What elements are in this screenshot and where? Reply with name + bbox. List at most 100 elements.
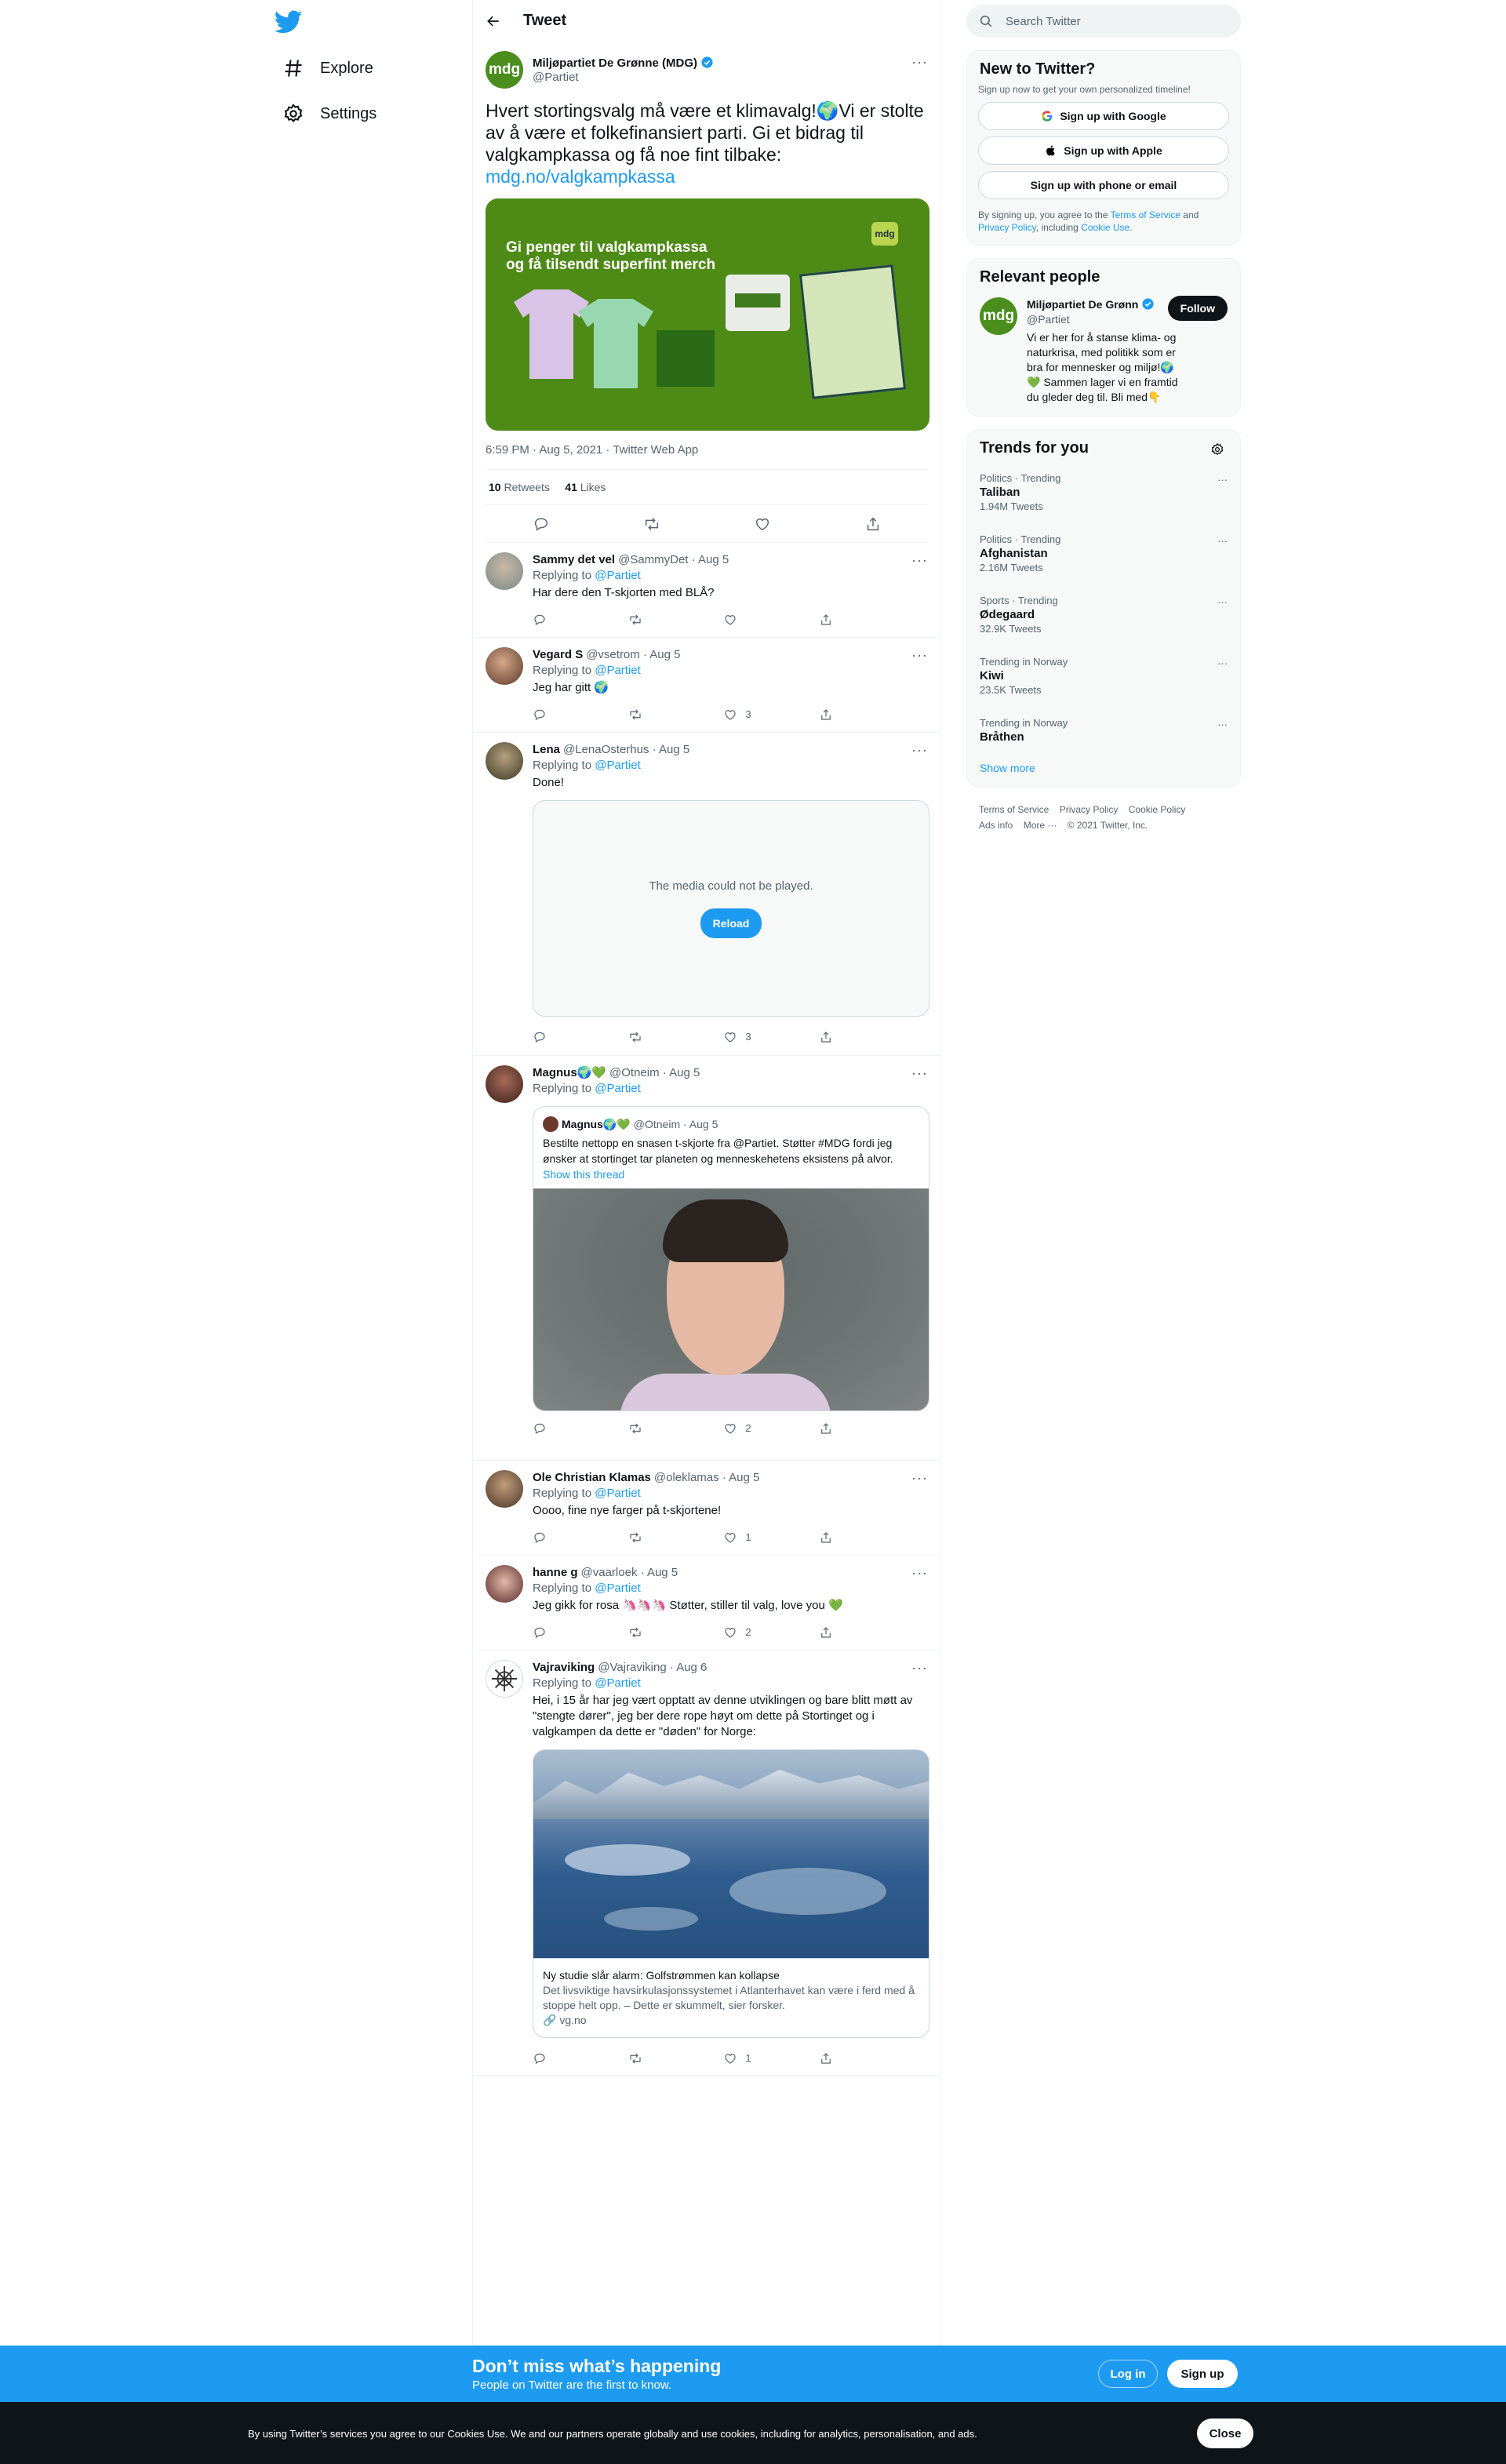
nav-settings[interactable]: Settings <box>273 94 386 133</box>
reply-author-name[interactable]: hanne g <box>533 1565 578 1581</box>
avatar[interactable] <box>486 647 523 685</box>
footer-more[interactable]: More ··· <box>1024 820 1057 831</box>
share-button[interactable] <box>819 1530 866 1545</box>
reply-tweet[interactable]: hanne g @vaarloek · Aug 5 Replying to @Pa… <box>473 1556 940 1651</box>
show-more-link[interactable]: Show more <box>980 762 1035 774</box>
reply-button[interactable] <box>533 1625 580 1640</box>
share-button[interactable] <box>819 613 866 627</box>
reply-button[interactable] <box>533 613 580 627</box>
replying-to-link[interactable]: @Partiet <box>595 1581 641 1595</box>
reply-author-name[interactable]: Vajraviking <box>533 1660 595 1676</box>
tweet-link[interactable]: mdg.no/valgkampkassa <box>486 166 675 187</box>
replying-to-link[interactable]: @Partiet <box>595 1082 641 1095</box>
link-card[interactable]: Ny studie slår alarm: Golfstrømmen kan k… <box>533 1749 929 2038</box>
reply-tweet[interactable]: Magnus🌍💚 @Otneim · Aug 5 Replying to @Par… <box>473 1056 940 1461</box>
like-button[interactable]: 1 <box>723 1530 770 1545</box>
author-handle[interactable]: @Partiet <box>533 71 714 84</box>
reply-author-name[interactable]: Lena <box>533 742 560 758</box>
show-thread-link[interactable]: Show this thread <box>543 1168 624 1181</box>
footer-ads[interactable]: Ads info <box>979 820 1013 831</box>
reply-tweet[interactable]: Lena @LenaOsterhus · Aug 5 Replying to @P… <box>473 733 940 1056</box>
more-options-icon[interactable]: ··· <box>911 742 928 759</box>
reply-author-handle[interactable]: @SammyDet · Aug 5 <box>618 552 729 568</box>
reply-author-handle[interactable]: @oleklamas · Aug 5 <box>654 1470 759 1486</box>
trend-item[interactable]: Politics · Trending Afghanistan 2.16M Twee… <box>967 523 1240 584</box>
share-button[interactable] <box>819 1030 866 1044</box>
like-button[interactable]: 2 <box>723 1421 770 1436</box>
share-icon[interactable] <box>864 515 882 533</box>
login-button[interactable]: Log in <box>1098 2360 1158 2388</box>
quoted-tweet[interactable]: Magnus🌍💚 @Otneim · Aug 5 Bestilte nettop… <box>533 1106 929 1411</box>
avatar[interactable] <box>486 1065 523 1103</box>
reply-tweet[interactable]: Vegard S @vsetrom · Aug 5 Replying to @Pa… <box>473 638 940 733</box>
replying-to-link[interactable]: @Partiet <box>595 1487 641 1500</box>
retweet-icon[interactable] <box>643 515 660 533</box>
footer-cookie[interactable]: Cookie Policy <box>1129 804 1186 815</box>
like-button[interactable]: 1 <box>723 2051 770 2066</box>
reload-button[interactable]: Reload <box>700 908 762 938</box>
avatar[interactable] <box>486 552 523 590</box>
reply-tweet[interactable]: Ole Christian Klamas @oleklamas · Aug 5 R… <box>473 1461 940 1556</box>
signup-apple-button[interactable]: Sign up with Apple <box>978 136 1229 165</box>
trend-item[interactable]: Sports · Trending Ødegaard 32.9K Tweets ··· <box>967 584 1240 646</box>
reply-button[interactable] <box>533 1421 580 1436</box>
trend-item[interactable]: Trending in Norway Bråthen ··· <box>967 707 1240 754</box>
reply-button[interactable] <box>533 1530 580 1545</box>
avatar[interactable] <box>486 1470 523 1508</box>
share-button[interactable] <box>819 2051 866 2065</box>
signup-phone-button[interactable]: Sign up with phone or email <box>978 171 1229 199</box>
more-options-icon[interactable]: ··· <box>1217 534 1228 548</box>
like-count[interactable]: 41 Likes <box>565 481 606 493</box>
like-button[interactable] <box>723 613 770 627</box>
terms-link[interactable]: Terms of Service <box>1111 209 1180 220</box>
like-icon[interactable] <box>754 515 771 533</box>
portrait-photo[interactable] <box>533 1188 929 1410</box>
reply-button[interactable] <box>533 1030 580 1044</box>
follow-button[interactable]: Follow <box>1167 296 1228 321</box>
search-input[interactable]: Search Twitter <box>1006 15 1081 28</box>
signup-google-button[interactable]: Sign up with Google <box>978 102 1229 130</box>
cookie-close-button[interactable]: Close <box>1197 2419 1253 2448</box>
more-options-icon[interactable]: ··· <box>911 552 928 569</box>
twitter-logo-icon[interactable] <box>275 8 303 36</box>
avatar[interactable] <box>486 1565 523 1603</box>
avatar[interactable] <box>486 1660 523 1698</box>
like-button[interactable]: 2 <box>723 1625 770 1640</box>
footer-privacy[interactable]: Privacy Policy <box>1060 804 1119 815</box>
retweet-button[interactable] <box>628 1030 675 1044</box>
replying-to-link[interactable]: @Partiet <box>595 664 641 677</box>
retweet-button[interactable] <box>628 2051 675 2065</box>
signup-button[interactable]: Sign up <box>1167 2360 1238 2388</box>
more-options-icon[interactable]: ··· <box>1217 718 1228 732</box>
replying-to-link[interactable]: @Partiet <box>595 569 641 582</box>
retweet-button[interactable] <box>628 1625 675 1640</box>
reply-author-handle[interactable]: @LenaOsterhus · Aug 5 <box>563 742 689 758</box>
replying-to-link[interactable]: @Partiet <box>595 1676 641 1690</box>
reply-tweet[interactable]: Sammy det vel @SammyDet · Aug 5 Replying … <box>473 543 940 638</box>
trend-item[interactable]: Politics · Trending Taliban 1.94M Tweets ··… <box>967 462 1240 523</box>
reply-author-handle[interactable]: @vsetrom · Aug 5 <box>586 647 680 663</box>
more-options-icon[interactable]: ··· <box>911 647 928 664</box>
search-bar[interactable]: Search Twitter <box>966 5 1241 38</box>
reply-author-name[interactable]: Ole Christian Klamas <box>533 1470 651 1486</box>
retweet-button[interactable] <box>628 1530 675 1545</box>
avatar[interactable] <box>486 742 523 780</box>
tweet-timestamp[interactable]: 6:59 PM · Aug 5, 2021 · Twitter Web App <box>486 443 928 457</box>
retweet-button[interactable] <box>628 708 675 722</box>
reply-tweet[interactable]: Vajraviking @Vajraviking · Aug 6 Replying… <box>473 1651 940 2076</box>
share-button[interactable] <box>819 1625 866 1640</box>
nav-explore[interactable]: Explore <box>273 49 383 88</box>
reply-author-name[interactable]: Magnus🌍💚 <box>533 1065 606 1081</box>
reply-icon[interactable] <box>533 515 550 533</box>
avatar[interactable]: mdg <box>980 297 1017 335</box>
more-options-icon[interactable]: ··· <box>1217 473 1228 487</box>
privacy-link[interactable]: Privacy Policy <box>978 222 1036 233</box>
more-options-icon[interactable]: ··· <box>911 1660 928 1676</box>
cookie-link[interactable]: Cookie Use. <box>1081 222 1132 233</box>
retweet-button[interactable] <box>628 1421 675 1436</box>
more-options-icon[interactable]: ··· <box>911 54 928 71</box>
reply-button[interactable] <box>533 708 580 722</box>
more-options-icon[interactable]: ··· <box>911 1565 928 1581</box>
trend-item[interactable]: Trending in Norway Kiwi 23.5K Tweets ··· <box>967 646 1240 707</box>
share-button[interactable] <box>819 708 866 722</box>
